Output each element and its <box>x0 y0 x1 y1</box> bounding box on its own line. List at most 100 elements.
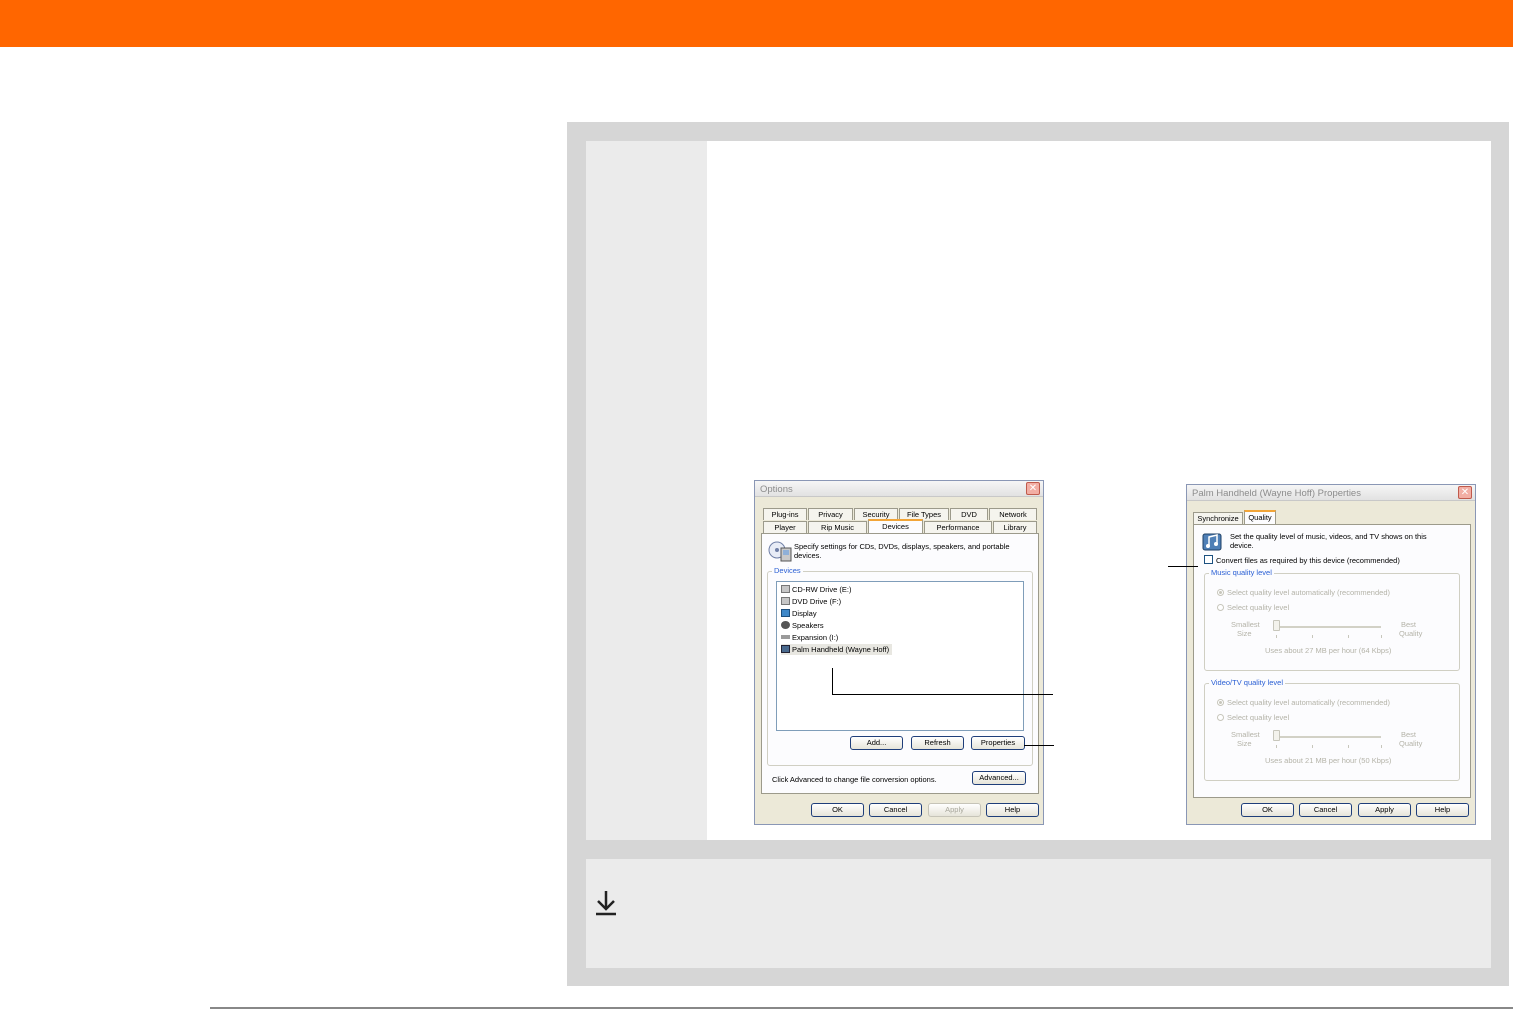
cancel-button[interactable]: Cancel <box>869 803 922 817</box>
radio-icon <box>1217 589 1224 596</box>
add-button[interactable]: Add... <box>850 736 903 750</box>
tab-performance[interactable]: Performance <box>924 521 992 533</box>
refresh-button[interactable]: Refresh <box>911 736 964 750</box>
help-button[interactable]: Help <box>1416 803 1469 817</box>
convert-checkbox[interactable] <box>1204 555 1213 564</box>
video-manual-label: Select quality level <box>1227 713 1290 722</box>
tab-devices[interactable]: Devices <box>868 519 923 533</box>
list-item[interactable]: CD-RW Drive (E:) <box>781 584 851 595</box>
tab-synchronize[interactable]: Synchronize <box>1193 512 1243 524</box>
list-item[interactable]: Expansion (I:) <box>781 632 838 643</box>
handheld-icon <box>781 645 790 653</box>
list-item[interactable]: Palm Handheld (Wayne Hoff) <box>781 644 893 655</box>
device-label: Expansion (I:) <box>792 633 839 642</box>
video-group-label: Video/TV quality level <box>1209 678 1285 687</box>
music-best-label: Best <box>1401 620 1417 629</box>
music-note-icon <box>1202 533 1222 551</box>
video-auto-option: Select quality level automatically (reco… <box>1217 698 1390 707</box>
display-icon <box>781 609 790 617</box>
device-label: Palm Handheld (Wayne Hoff) <box>792 645 890 654</box>
music-slider-tick <box>1348 635 1349 638</box>
apply-button[interactable]: Apply <box>928 803 981 817</box>
callout-line-device <box>832 694 1053 695</box>
music-size-label: Size <box>1237 629 1252 638</box>
list-item[interactable]: Speakers <box>781 620 824 631</box>
close-icon[interactable]: ✕ <box>1458 486 1472 499</box>
video-best-label: Best <box>1401 730 1417 739</box>
header-bar <box>0 0 1513 47</box>
music-auto-option: Select quality level automatically (reco… <box>1217 588 1390 597</box>
music-quality-label: Quality <box>1399 629 1423 638</box>
options-dialog: Options ✕ Plug-ins Privacy Security File… <box>754 480 1044 825</box>
advanced-button[interactable]: Advanced... <box>972 771 1026 785</box>
music-slider-track <box>1273 626 1381 628</box>
music-slider-tick <box>1312 635 1313 638</box>
music-quality-group: Music quality level Select quality level… <box>1204 568 1460 671</box>
radio-icon <box>1217 714 1224 721</box>
video-manual-option: Select quality level <box>1217 713 1289 722</box>
cancel-button[interactable]: Cancel <box>1299 803 1352 817</box>
device-label: DVD Drive (F:) <box>792 597 842 606</box>
radio-icon <box>1217 699 1224 706</box>
radio-icon <box>1217 604 1224 611</box>
devices-list[interactable]: CD-RW Drive (E:) DVD Drive (F:) Display … <box>776 581 1024 731</box>
properties-tab-body: Set the quality level of music, videos, … <box>1193 524 1471 798</box>
callout-line-convert <box>1168 566 1198 567</box>
step-panel: Options ✕ Plug-ins Privacy Security File… <box>586 141 1491 840</box>
properties-button[interactable]: Properties <box>971 736 1025 750</box>
device-label: Speakers <box>792 621 824 630</box>
callout-line-device <box>832 668 833 694</box>
list-item[interactable]: Display <box>781 608 817 619</box>
video-slider-tick <box>1276 745 1277 748</box>
properties-description-line2: device. <box>1230 541 1254 550</box>
music-auto-label: Select quality level automatically (reco… <box>1227 588 1390 597</box>
apply-button[interactable]: Apply <box>1358 803 1411 817</box>
expansion-card-icon <box>781 635 790 639</box>
video-slider-thumb[interactable] <box>1273 730 1280 741</box>
devices-group: Devices CD-RW Drive (E:) DVD Drive (F:) … <box>767 566 1033 766</box>
close-icon[interactable]: ✕ <box>1026 482 1040 495</box>
convert-checkbox-label: Convert files as required by this device… <box>1216 556 1400 565</box>
properties-title: Palm Handheld (Wayne Hoff) Properties <box>1192 488 1361 499</box>
music-manual-label: Select quality level <box>1227 603 1290 612</box>
video-smallest-label: Smallest <box>1231 730 1260 739</box>
dvd-drive-icon <box>781 597 790 605</box>
tab-plug-ins[interactable]: Plug-ins <box>763 508 807 520</box>
tab-rip-music[interactable]: Rip Music <box>808 521 867 533</box>
music-manual-option: Select quality level <box>1217 603 1289 612</box>
music-slider-thumb[interactable] <box>1273 620 1280 631</box>
video-slider-tick <box>1381 745 1382 748</box>
download-arrow-icon <box>596 891 616 916</box>
help-button[interactable]: Help <box>986 803 1039 817</box>
video-slider-tick <box>1348 745 1349 748</box>
advanced-hint: Click Advanced to change file conversion… <box>772 775 937 784</box>
video-slider-track <box>1273 736 1381 738</box>
video-usage: Uses about 21 MB per hour (50 Kbps) <box>1265 756 1392 765</box>
tab-network[interactable]: Network <box>989 508 1037 520</box>
step-number-column <box>586 141 707 840</box>
properties-description-line1: Set the quality level of music, videos, … <box>1230 532 1427 541</box>
bottom-rule <box>210 1007 1513 1009</box>
properties-dialog: Palm Handheld (Wayne Hoff) Properties ✕ … <box>1186 484 1476 825</box>
device-label: Display <box>792 609 817 618</box>
devices-icon <box>768 541 792 562</box>
music-smallest-label: Smallest <box>1231 620 1260 629</box>
options-title: Options <box>760 484 793 495</box>
video-size-label: Size <box>1237 739 1252 748</box>
callout-line-properties <box>1024 745 1054 746</box>
devices-group-label: Devices <box>772 566 803 575</box>
list-item[interactable]: DVD Drive (F:) <box>781 596 841 607</box>
tab-player[interactable]: Player <box>763 521 807 533</box>
music-usage: Uses about 27 MB per hour (64 Kbps) <box>1265 646 1392 655</box>
video-auto-label: Select quality level automatically (reco… <box>1227 698 1390 707</box>
options-description-line2: devices. <box>794 551 822 560</box>
music-slider-tick <box>1276 635 1277 638</box>
tab-quality[interactable]: Quality <box>1244 510 1276 524</box>
music-group-label: Music quality level <box>1209 568 1274 577</box>
tab-dvd[interactable]: DVD <box>950 508 988 520</box>
tab-privacy[interactable]: Privacy <box>808 508 853 520</box>
ok-button[interactable]: OK <box>1241 803 1294 817</box>
ok-button[interactable]: OK <box>811 803 864 817</box>
video-quality-group: Video/TV quality level Select quality le… <box>1204 678 1460 781</box>
tab-library[interactable]: Library <box>993 521 1037 533</box>
